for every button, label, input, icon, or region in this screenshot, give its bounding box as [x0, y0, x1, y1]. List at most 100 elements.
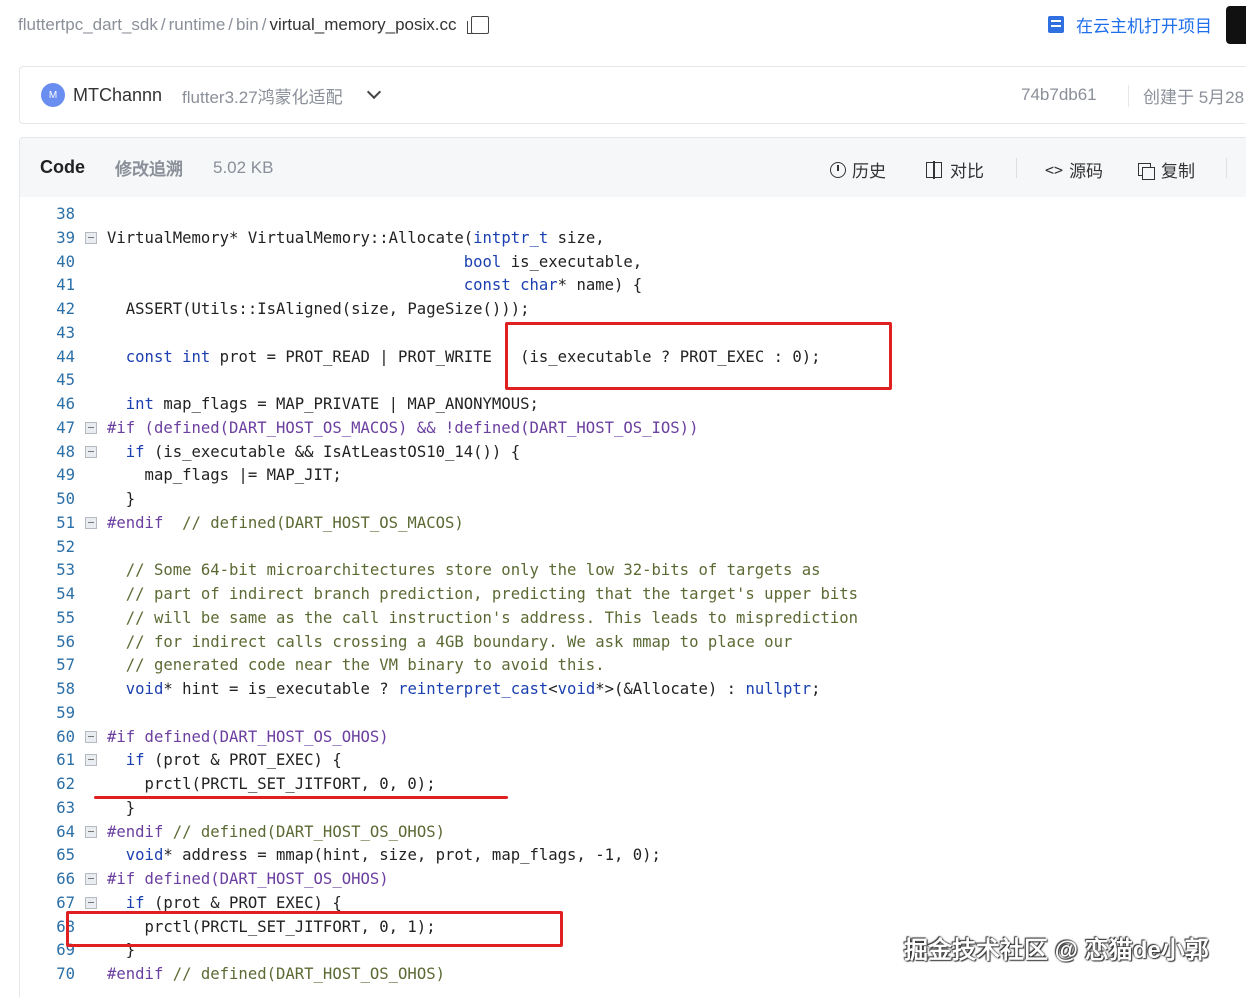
line-number[interactable]: 48	[20, 440, 75, 464]
line-number[interactable]: 57	[20, 653, 75, 677]
breadcrumb-item-runtime[interactable]: runtime	[169, 15, 226, 35]
fold-toggle-icon[interactable]	[85, 231, 97, 244]
copy-icon	[1138, 163, 1155, 180]
copy-button[interactable]: 复制	[1138, 157, 1195, 182]
fold-toggle-icon[interactable]	[85, 421, 97, 434]
line-number[interactable]: 46	[20, 392, 75, 416]
commit-hash[interactable]: 74b7db61	[1021, 85, 1097, 105]
line-number[interactable]: 50	[20, 487, 75, 511]
code-text: if (is_executable && IsAtLeastOS10_14())…	[125, 442, 521, 461]
line-number[interactable]: 58	[20, 677, 75, 701]
line-number[interactable]: 60	[20, 725, 75, 749]
line-number[interactable]: 55	[20, 606, 75, 630]
code-text: void* address = mmap(hint, size, prot, m…	[125, 846, 661, 865]
fold-toggle-icon[interactable]	[85, 873, 97, 885]
code-line: 59	[20, 701, 1246, 725]
code-line: 53 // Some 64-bit microarchitectures sto…	[20, 558, 1246, 582]
fold-toggle-icon[interactable]	[85, 754, 97, 767]
fold-toggle-icon[interactable]	[85, 825, 97, 838]
code-line: 61 if (prot & PROT_EXEC) {	[20, 748, 1246, 772]
copy-path-icon[interactable]	[466, 16, 489, 34]
breadcrumb-item-bin[interactable]: bin	[236, 15, 259, 35]
line-number[interactable]: 54	[20, 582, 75, 606]
line-number[interactable]: 52	[20, 535, 75, 559]
code-line: 50 }	[20, 487, 1246, 511]
code-line: 60 #if defined(DART_HOST_OS_OHOS)	[20, 725, 1246, 749]
code-text: // for indirect calls crossing a 4GB bou…	[107, 632, 793, 651]
code-text: if (prot & PROT_EXEC) {	[125, 751, 342, 770]
code-line: 70 #endif // defined(DART_HOST_OS_OHOS)	[20, 962, 1246, 986]
toolbar-divider	[1016, 158, 1017, 178]
code-line: 40 bool is_executable,	[20, 250, 1246, 274]
code-text: void* hint = is_executable ? reinterpret…	[125, 680, 821, 698]
breadcrumb-item-sdk[interactable]: fluttertpc_dart_sdk	[18, 15, 158, 35]
commit-message[interactable]: flutter3.27鸿蒙化适配	[182, 83, 343, 108]
fold-toggle-icon[interactable]	[85, 730, 97, 743]
code-line: 38	[20, 202, 1246, 226]
tab-code[interactable]: Code	[40, 157, 85, 178]
code-text: int map_flags = MAP_PRIVATE | MAP_ANONYM…	[125, 395, 539, 413]
code-text: ASSERT(Utils::IsAligned(size, PageSize()…	[107, 300, 530, 318]
code-line: 63 }	[20, 796, 1246, 820]
server-icon	[1048, 16, 1064, 33]
tab-blame[interactable]: 修改追溯	[115, 155, 183, 180]
code-line: 55 // will be same as the call instructi…	[20, 606, 1246, 630]
code-line: 39 VirtualMemory* VirtualMemory::Allocate…	[20, 226, 1246, 250]
clone-button[interactable]	[1226, 6, 1246, 44]
source-label: 源码	[1069, 162, 1104, 181]
chevron-down-icon[interactable]	[366, 84, 381, 100]
line-number[interactable]: 45	[20, 368, 75, 392]
clock-icon	[830, 161, 846, 178]
watermark: 掘金技术社区 @ 恋猫de小郭	[904, 937, 1209, 964]
fold-toggle-icon[interactable]	[85, 516, 97, 529]
line-number[interactable]: 66	[20, 867, 75, 891]
line-number[interactable]: 65	[20, 843, 75, 867]
code-text: prctl(PRCTL_SET_JITFORT, 0, 0);	[107, 775, 436, 793]
code-line: 42 ASSERT(Utils::IsAligned(size, PageSiz…	[20, 297, 1246, 321]
line-number[interactable]: 59	[20, 701, 75, 725]
line-number[interactable]: 53	[20, 558, 75, 582]
line-number[interactable]: 51	[20, 511, 75, 535]
code-line: 52	[20, 535, 1246, 559]
code-text: #endif // defined(DART_HOST_OS_OHOS)	[107, 822, 445, 841]
code-text: #if defined(DART_HOST_OS_OHOS)	[107, 727, 389, 746]
history-button[interactable]: 历史	[830, 157, 886, 182]
commit-author[interactable]: MTChannn	[73, 85, 162, 106]
compare-label: 对比	[950, 162, 984, 181]
line-number[interactable]: 38	[20, 202, 75, 226]
code-line: 58 void* hint = is_executable ? reinterp…	[20, 677, 1246, 701]
code-text: // will be same as the call instruction'…	[107, 608, 859, 627]
code-line: 49 map_flags |= MAP_JIT;	[20, 463, 1246, 487]
line-number[interactable]: 49	[20, 463, 75, 487]
line-number[interactable]: 43	[20, 321, 75, 345]
code-text: #endif // defined(DART_HOST_OS_MACOS)	[107, 513, 464, 532]
code-text: // part of indirect branch prediction, p…	[107, 585, 859, 603]
line-number[interactable]: 47	[20, 416, 75, 440]
line-number[interactable]: 40	[20, 250, 75, 274]
line-number[interactable]: 63	[20, 796, 75, 820]
source-button[interactable]: <> 源码	[1045, 157, 1103, 182]
highlight-box-prot	[505, 322, 892, 390]
line-number[interactable]: 39	[20, 226, 75, 250]
compare-button[interactable]: 对比	[926, 157, 984, 182]
fold-toggle-icon[interactable]	[85, 445, 97, 458]
line-number[interactable]: 42	[20, 297, 75, 321]
line-number[interactable]: 44	[20, 345, 75, 369]
avatar[interactable]: M	[41, 83, 65, 107]
line-number[interactable]: 41	[20, 273, 75, 297]
fold-toggle-icon[interactable]	[85, 896, 97, 909]
open-in-cloud-button[interactable]: 在云主机打开项目	[1048, 12, 1212, 37]
code-line: 46 int map_flags = MAP_PRIVATE | MAP_ANO…	[20, 392, 1246, 416]
code-viewer[interactable]: 38 39 VirtualMemory* VirtualMemory::Alloca…	[19, 197, 1246, 997]
line-number[interactable]: 62	[20, 772, 75, 796]
breadcrumb-separator: /	[261, 15, 267, 34]
breadcrumb-separator: /	[160, 15, 166, 34]
line-number[interactable]: 61	[20, 748, 75, 772]
code-line: 48 if (is_executable && IsAtLeastOS10_14…	[20, 440, 1246, 464]
line-number[interactable]: 70	[20, 962, 75, 986]
line-number[interactable]: 56	[20, 630, 75, 654]
code-text: #if (defined(DART_HOST_OS_MACOS) && !def…	[107, 418, 699, 437]
code-text: #if defined(DART_HOST_OS_OHOS)	[107, 870, 389, 888]
code-text: }	[107, 490, 136, 508]
line-number[interactable]: 64	[20, 820, 75, 844]
